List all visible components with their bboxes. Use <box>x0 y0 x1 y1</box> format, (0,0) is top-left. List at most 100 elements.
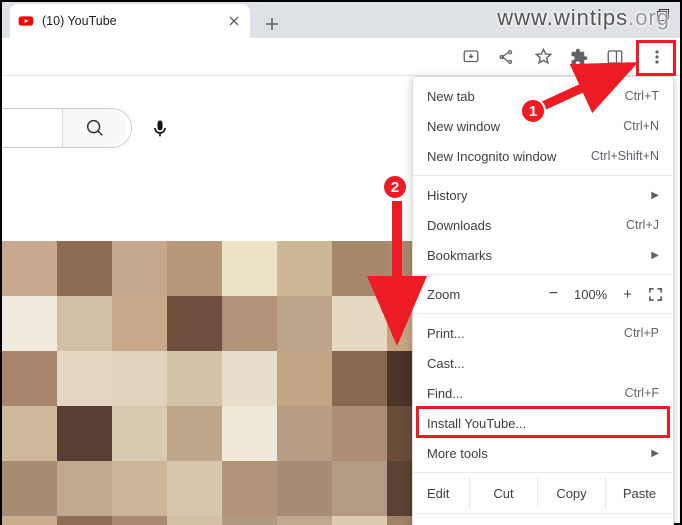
menu-shortcut: Ctrl+P <box>624 326 659 340</box>
restore-window-icon[interactable] <box>650 4 676 26</box>
menu-label: New Incognito window <box>427 149 556 164</box>
menu-item-history[interactable]: History ▶ <box>413 180 673 210</box>
blur-pixel <box>112 406 167 461</box>
blur-pixel <box>57 461 112 516</box>
menu-label: Zoom <box>427 287 460 302</box>
blur-pixel <box>57 186 112 241</box>
browser-tab-youtube[interactable]: (10) YouTube <box>10 4 250 38</box>
blur-pixel <box>2 241 57 296</box>
menu-shortcut: Ctrl+T <box>625 89 659 103</box>
menu-label: Edit <box>413 477 469 509</box>
menu-label: New tab <box>427 89 475 104</box>
blur-pixel <box>167 351 222 406</box>
blur-pixel <box>112 461 167 516</box>
menu-item-edit-row: Edit Cut Copy Paste <box>413 477 673 509</box>
kebab-menu-icon[interactable] <box>640 42 674 72</box>
extensions-icon[interactable] <box>562 42 596 72</box>
chevron-right-icon: ▶ <box>651 190 659 201</box>
tab-strip: (10) YouTube <box>2 2 680 38</box>
blur-pixel <box>277 516 332 525</box>
blur-pixel <box>167 241 222 296</box>
menu-separator <box>413 472 673 473</box>
blur-pixel <box>167 406 222 461</box>
install-pwa-icon[interactable] <box>454 42 488 72</box>
blur-pixel <box>332 351 387 406</box>
browser-toolbar <box>2 38 680 76</box>
new-tab-button[interactable] <box>258 10 286 38</box>
blur-pixel <box>222 186 277 241</box>
blur-pixel <box>277 406 332 461</box>
chevron-right-icon: ▶ <box>651 250 659 261</box>
zoom-out-button[interactable]: − <box>549 285 558 303</box>
menu-item-install-youtube[interactable]: Install YouTube... <box>413 408 673 438</box>
blur-pixel <box>167 296 222 351</box>
blur-pixel <box>332 186 387 241</box>
menu-separator <box>413 274 673 275</box>
search-button[interactable] <box>62 109 126 147</box>
search-box[interactable] <box>2 108 132 148</box>
menu-item-bookmarks[interactable]: Bookmarks ▶ <box>413 240 673 270</box>
sidepanel-icon[interactable] <box>598 42 632 72</box>
tab-title: (10) YouTube <box>42 14 218 28</box>
menu-separator <box>413 313 673 314</box>
menu-item-more-tools[interactable]: More tools ▶ <box>413 438 673 468</box>
blur-pixel <box>2 296 57 351</box>
blur-pixel <box>277 461 332 516</box>
blur-pixel <box>222 461 277 516</box>
blur-pixel <box>277 351 332 406</box>
menu-separator <box>413 175 673 176</box>
menu-item-new-window[interactable]: New window Ctrl+N <box>413 111 673 141</box>
blur-pixel <box>167 186 222 241</box>
close-tab-icon[interactable] <box>226 13 242 29</box>
menu-item-new-tab[interactable]: New tab Ctrl+T <box>413 81 673 111</box>
blur-pixel <box>167 516 222 525</box>
menu-item-incognito[interactable]: New Incognito window Ctrl+Shift+N <box>413 141 673 171</box>
menu-shortcut: Ctrl+N <box>623 119 659 133</box>
blur-pixel <box>2 186 57 241</box>
menu-label: Cast... <box>427 356 465 371</box>
blur-pixel <box>2 461 57 516</box>
menu-label: Install YouTube... <box>427 416 526 431</box>
blur-pixel <box>2 351 57 406</box>
edit-paste-button[interactable]: Paste <box>605 477 673 509</box>
blur-pixel <box>57 406 112 461</box>
blur-pixel <box>57 351 112 406</box>
blur-pixel <box>57 296 112 351</box>
menu-item-settings[interactable]: Settings <box>413 518 673 525</box>
voice-search-icon[interactable] <box>140 108 180 148</box>
menu-item-cast[interactable]: Cast... <box>413 348 673 378</box>
menu-shortcut: Ctrl+J <box>626 218 659 232</box>
blur-pixel <box>57 516 112 525</box>
search-area <box>2 106 180 150</box>
share-icon[interactable] <box>490 42 524 72</box>
blur-pixel <box>332 406 387 461</box>
blur-pixel <box>112 241 167 296</box>
page-content: New tab Ctrl+T New window Ctrl+N New Inc… <box>2 76 680 523</box>
menu-shortcut: Ctrl+Shift+N <box>591 149 659 163</box>
blur-pixel <box>222 296 277 351</box>
blur-pixel <box>332 461 387 516</box>
edit-copy-button[interactable]: Copy <box>537 477 605 509</box>
blurred-content-grid <box>2 186 442 525</box>
menu-label: Find... <box>427 386 463 401</box>
star-icon[interactable] <box>526 42 560 72</box>
menu-separator <box>413 513 673 514</box>
blur-pixel <box>222 406 277 461</box>
zoom-in-button[interactable]: + <box>623 286 632 303</box>
blur-pixel <box>277 296 332 351</box>
menu-item-downloads[interactable]: Downloads Ctrl+J <box>413 210 673 240</box>
chevron-right-icon: ▶ <box>651 448 659 459</box>
blur-pixel <box>332 241 387 296</box>
blur-pixel <box>167 461 222 516</box>
menu-item-zoom: Zoom − 100% + <box>413 279 673 309</box>
fullscreen-icon[interactable] <box>648 287 663 302</box>
blur-pixel <box>222 241 277 296</box>
menu-item-find[interactable]: Find... Ctrl+F <box>413 378 673 408</box>
edit-cut-button[interactable]: Cut <box>469 477 537 509</box>
menu-item-print[interactable]: Print... Ctrl+P <box>413 318 673 348</box>
blur-pixel <box>332 296 387 351</box>
menu-label: History <box>427 188 467 203</box>
blur-pixel <box>57 241 112 296</box>
blur-pixel <box>112 186 167 241</box>
window-controls <box>650 4 676 26</box>
